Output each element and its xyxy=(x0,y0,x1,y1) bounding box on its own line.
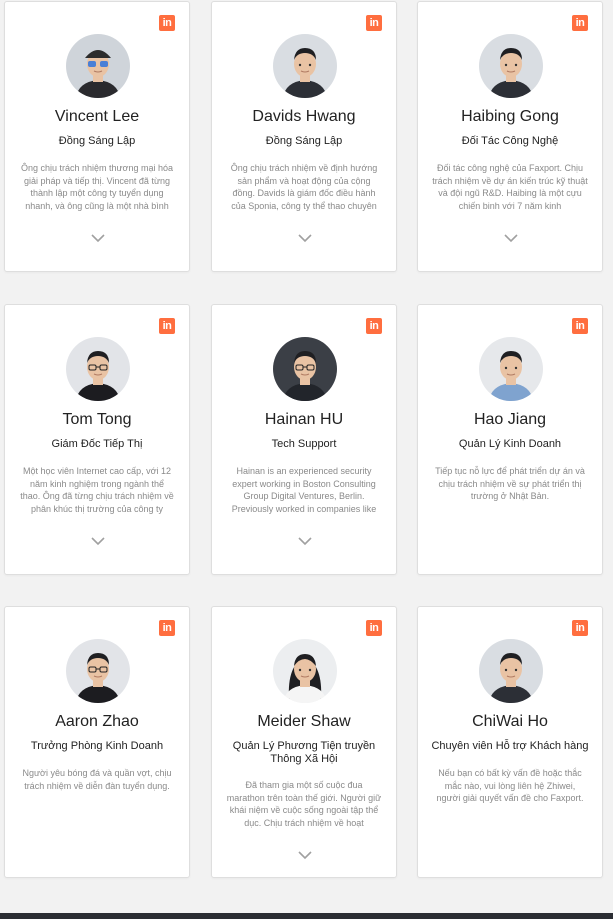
member-description: Tiếp tục nỗ lực để phát triển dự án và c… xyxy=(435,466,585,501)
member-description: Đã tham gia một số cuộc đua marathon trê… xyxy=(226,780,382,828)
member-description: Ông chịu trách nhiệm về định hướng sản p… xyxy=(230,163,378,211)
linkedin-icon[interactable]: in xyxy=(159,318,175,334)
member-role: Quản Lý Kinh Doanh xyxy=(458,438,562,450)
team-member-card: in Tom Tong Giám Đốc Tiếp Thị Một học viên … xyxy=(4,304,190,575)
member-role: Trưởng Phòng Kinh Doanh xyxy=(30,740,164,752)
avatar xyxy=(273,337,337,401)
member-role: Giám Đốc Tiếp Thị xyxy=(51,438,143,450)
linkedin-icon[interactable]: in xyxy=(572,620,588,636)
expand-chevron-icon[interactable] xyxy=(501,230,521,246)
expand-chevron-icon[interactable] xyxy=(295,230,315,246)
member-name: Davids Hwang xyxy=(252,108,356,125)
member-role: Tech Support xyxy=(271,438,337,450)
member-description: Đối tác công nghệ của Faxport. Chịu trác… xyxy=(432,163,588,211)
member-name: Vincent Lee xyxy=(54,108,140,125)
team-member-card: in Hao Jiang Quản Lý Kinh Doanh Tiếp tục nỗ… xyxy=(417,304,603,575)
member-name: Meider Shaw xyxy=(257,713,351,730)
expand-chevron-icon[interactable] xyxy=(88,230,108,246)
team-member-card: in Hainan HU Tech Support Hainan is an expe… xyxy=(211,304,397,575)
avatar xyxy=(273,34,337,98)
member-name: Hainan HU xyxy=(264,411,344,428)
member-role: Quản Lý Phương Tiện truyền Thông Xã Hội xyxy=(232,740,376,765)
page-footer-bar xyxy=(0,913,613,919)
linkedin-icon[interactable]: in xyxy=(366,318,382,334)
avatar xyxy=(273,639,337,703)
member-name: ChiWai Ho xyxy=(472,713,548,730)
team-member-card: in Meider Shaw Quản Lý Phương Tiện truyền … xyxy=(211,606,397,878)
avatar xyxy=(479,34,543,98)
team-member-card: in Aaron Zhao Trưởng Phòng Kinh Doanh Người… xyxy=(4,606,190,878)
linkedin-icon[interactable]: in xyxy=(572,15,588,31)
avatar xyxy=(66,337,130,401)
member-name: Aaron Zhao xyxy=(55,713,139,730)
member-description: Ông chịu trách nhiệm thương mại hóa giải… xyxy=(20,163,173,211)
member-role: Chuyên viên Hỗ trợ Khách hàng xyxy=(431,740,589,752)
expand-chevron-icon[interactable] xyxy=(295,533,315,549)
member-role: Đối Tác Công Nghệ xyxy=(461,135,559,147)
avatar xyxy=(479,639,543,703)
team-member-card: in Haibing Gong Đối Tác Công Nghệ Đối tác c… xyxy=(417,1,603,272)
avatar xyxy=(66,639,130,703)
member-name: Tom Tong xyxy=(62,411,132,428)
linkedin-icon[interactable]: in xyxy=(572,318,588,334)
member-name: Haibing Gong xyxy=(461,108,559,125)
linkedin-icon[interactable]: in xyxy=(366,620,382,636)
member-description: Một học viên Internet cao cấp, với 12 nă… xyxy=(20,466,174,514)
member-name: Hao Jiang xyxy=(473,411,547,428)
expand-chevron-icon[interactable] xyxy=(295,847,315,863)
linkedin-icon[interactable]: in xyxy=(366,15,382,31)
expand-chevron-icon[interactable] xyxy=(88,533,108,549)
member-role: Đồng Sáng Lập xyxy=(265,135,343,147)
avatar xyxy=(479,337,543,401)
team-member-card: in Davids Hwang Đồng Sáng Lập Ông chịu trác… xyxy=(211,1,397,272)
avatar xyxy=(66,34,130,98)
member-description: Nếu bạn có bất kỳ vấn đề hoặc thắc mắc n… xyxy=(436,768,584,803)
team-member-card: in ChiWai Ho Chuyên viên Hỗ trợ Khách hàng… xyxy=(417,606,603,878)
member-description: Người yêu bóng đá và quần vợt, chịu trác… xyxy=(22,768,172,791)
linkedin-icon[interactable]: in xyxy=(159,620,175,636)
team-member-card: in Vincent Lee Đồng Sáng Lập Ông chịu trách… xyxy=(4,1,190,272)
member-description: Hainan is an experienced security expert… xyxy=(231,466,377,514)
member-role: Đồng Sáng Lập xyxy=(58,135,136,147)
linkedin-icon[interactable]: in xyxy=(159,15,175,31)
